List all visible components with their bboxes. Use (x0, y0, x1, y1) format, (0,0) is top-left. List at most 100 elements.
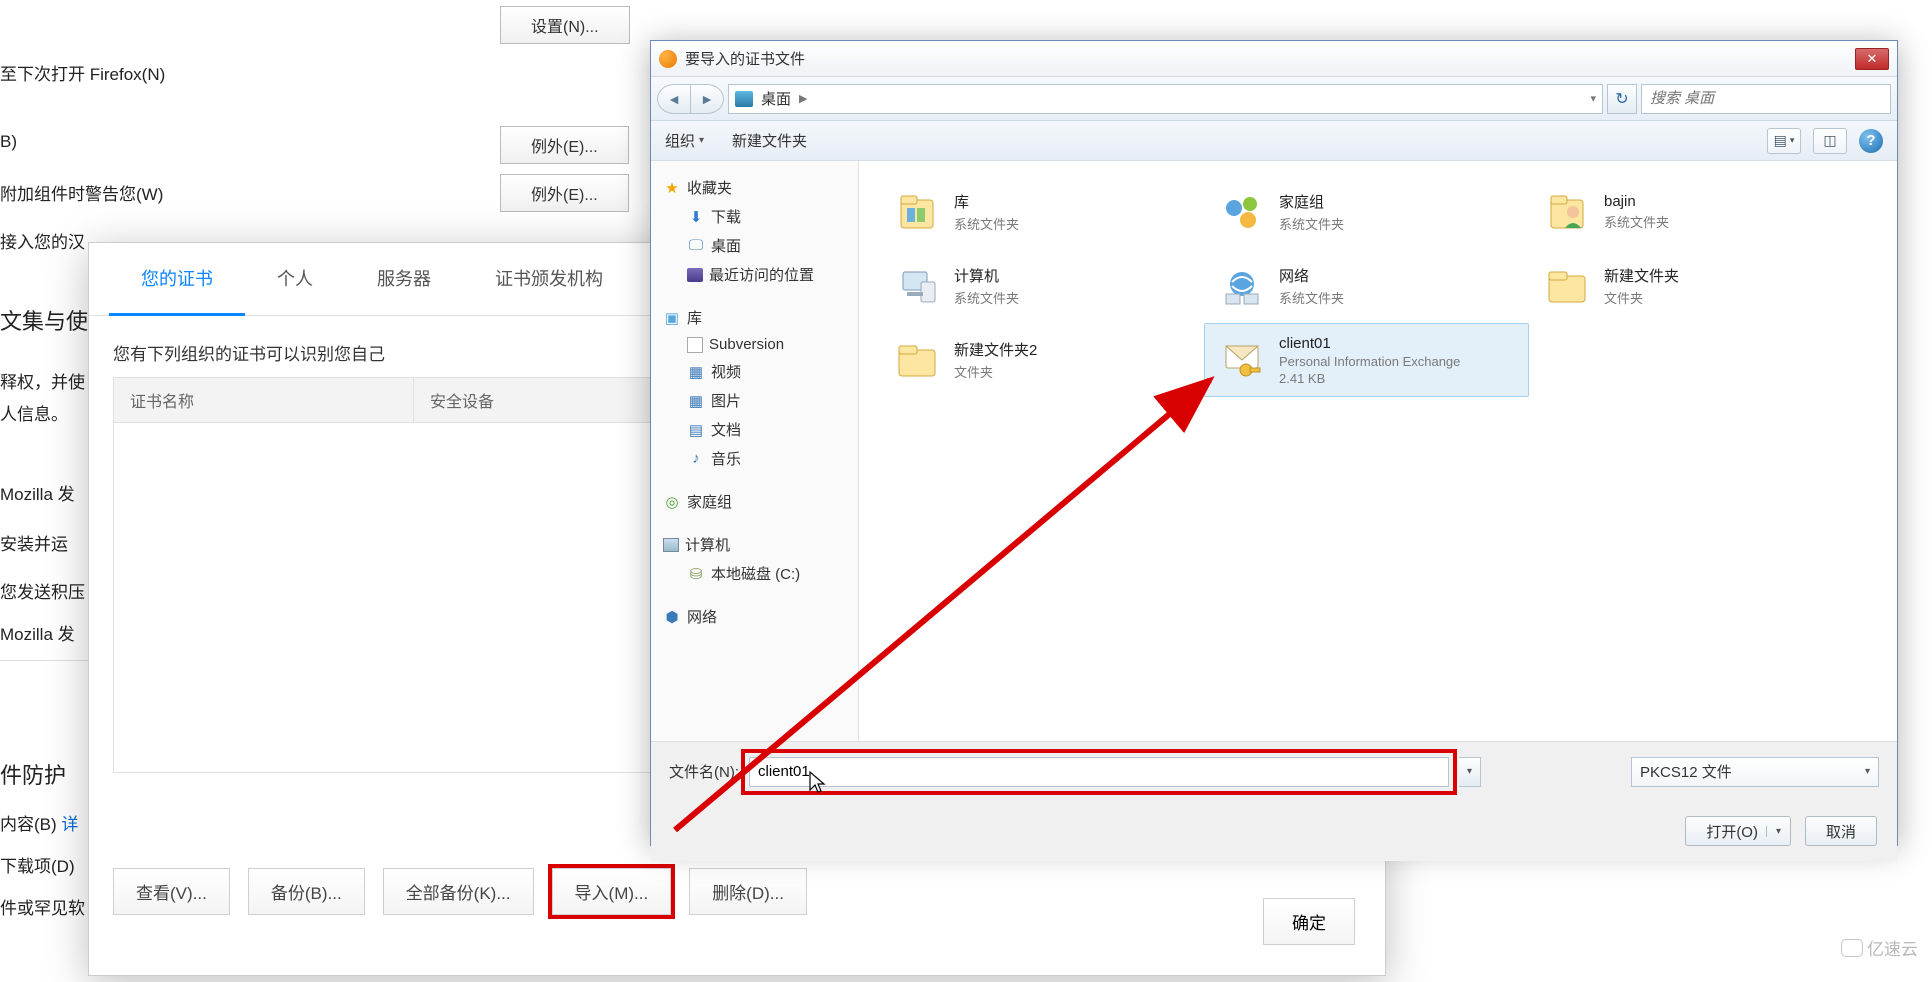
rare-files: 件或罕见软 (0, 894, 85, 919)
mouse-cursor-icon (808, 770, 826, 800)
dialog-buttons: 打开(O)▾ 取消 (651, 801, 1897, 861)
backup-all-button[interactable]: 全部备份(K)... (383, 868, 534, 915)
file-item-新建文件夹2[interactable]: 新建文件夹2 文件夹 (879, 323, 1204, 397)
next-open-text: 至下次打开 Firefox(N) (0, 60, 165, 85)
lib-icon (890, 185, 944, 239)
back-button[interactable]: ◄ (657, 84, 691, 114)
computer-icon (890, 259, 944, 313)
tab-personal[interactable]: 个人 (245, 243, 345, 315)
organize-menu[interactable]: 组织 (665, 130, 704, 151)
open-button[interactable]: 打开(O)▾ (1685, 816, 1791, 846)
collect-title: 文集与使 (0, 304, 88, 336)
breadcrumb-text: 桌面 (761, 88, 791, 109)
settings-button[interactable]: 设置(N)... (500, 6, 630, 44)
watermark: 亿速云 (1841, 935, 1918, 960)
backup-button[interactable]: 备份(B)... (248, 868, 365, 915)
search-input[interactable] (1641, 84, 1891, 114)
file-item-库[interactable]: 库 系统文件夹 (879, 175, 1204, 249)
sb-libraries[interactable]: ▣库 (651, 303, 858, 332)
folder-icon (890, 333, 944, 387)
dialog-titlebar[interactable]: 要导入的证书文件 ✕ (651, 41, 1897, 77)
download-d: 下载项(D) (0, 852, 75, 877)
sb-music[interactable]: ♪音乐 (651, 444, 858, 473)
cert-icon (1215, 333, 1269, 387)
tab-your-certs[interactable]: 您的证书 (109, 243, 245, 316)
backlog-text: 您发送积压 (0, 578, 85, 603)
file-sub: 文件夹 (1604, 288, 1679, 307)
file-sub: 系统文件夹 (954, 288, 1019, 307)
close-button[interactable]: ✕ (1855, 48, 1889, 70)
cert-actions: 查看(V)... 备份(B)... 全部备份(K)... 导入(M)... 删除… (113, 868, 807, 915)
network-icon (1215, 259, 1269, 313)
right-title: 释权，并使 (0, 368, 85, 393)
content-b: 内容(B) 详 (0, 810, 78, 835)
file-item-新建文件夹[interactable]: 新建文件夹 文件夹 (1529, 249, 1854, 323)
preview-pane-button[interactable]: ◫ (1813, 128, 1847, 154)
filename-row: 文件名(N): ▾ PKCS12 文件 (651, 741, 1897, 801)
sb-computer[interactable]: 计算机 (651, 530, 858, 559)
sb-video[interactable]: ▦视频 (651, 357, 858, 386)
mozilla1-text: Mozilla 发 (0, 480, 75, 505)
file-name: 库 (954, 191, 1019, 212)
folder-icon (1540, 259, 1594, 313)
file-sub: Personal Information Exchange (1279, 354, 1460, 369)
sb-downloads[interactable]: ⬇下载 (651, 202, 858, 231)
sb-subversion[interactable]: Subversion (651, 332, 858, 357)
homegroup-icon (1215, 185, 1269, 239)
import-button[interactable]: 导入(M)... (552, 868, 672, 915)
refresh-button[interactable]: ↻ (1607, 84, 1637, 114)
toolbar: 组织 新建文件夹 ▤▾ ◫ ? (651, 121, 1897, 161)
file-name: bajin (1604, 193, 1669, 210)
sb-recent[interactable]: 最近访问的位置 (651, 260, 858, 289)
tab-authorities[interactable]: 证书颁发机构 (463, 243, 635, 315)
sb-documents[interactable]: ▤文档 (651, 415, 858, 444)
ok-button[interactable]: 确定 (1263, 898, 1355, 945)
watermark-logo-icon (1841, 939, 1863, 957)
file-item-client01[interactable]: client01 Personal Information Exchange2.… (1204, 323, 1529, 397)
chevron-right-icon[interactable]: ▶ (799, 92, 807, 105)
view-options-button[interactable]: ▤▾ (1767, 128, 1801, 154)
filename-dropdown-arrow[interactable]: ▾ (1459, 757, 1481, 787)
delete-button[interactable]: 删除(D)... (689, 868, 807, 915)
forward-button[interactable]: ► (690, 84, 724, 114)
sb-pictures[interactable]: ▦图片 (651, 386, 858, 415)
exception1-button[interactable]: 例外(E)... (500, 126, 629, 164)
sb-localdisk-c[interactable]: ⛁本地磁盘 (C:) (651, 559, 858, 588)
help-button[interactable]: ? (1859, 129, 1883, 153)
file-item-家庭组[interactable]: 家庭组 系统文件夹 (1204, 175, 1529, 249)
file-sub: 系统文件夹 (954, 214, 1019, 233)
new-folder-button[interactable]: 新建文件夹 (732, 130, 807, 151)
file-name: 计算机 (954, 265, 1019, 286)
desktop-icon (735, 91, 753, 107)
sb-homegroup[interactable]: ◎家庭组 (651, 487, 858, 516)
file-item-网络[interactable]: 网络 系统文件夹 (1204, 249, 1529, 323)
nav-bar: ◄ ► 桌面 ▶ ▾ ↻ (651, 77, 1897, 121)
install-text: 安装并运 (0, 530, 68, 555)
dialog-title: 要导入的证书文件 (685, 48, 1855, 69)
sb-network[interactable]: ⬢网络 (651, 602, 858, 631)
exception2-button[interactable]: 例外(E)... (500, 174, 629, 212)
th-cert-name[interactable]: 证书名称 (114, 378, 414, 422)
filename-label: 文件名(N): (669, 761, 739, 782)
cancel-button[interactable]: 取消 (1805, 816, 1877, 846)
chevron-down-icon[interactable]: ▾ (1590, 92, 1596, 105)
file-item-bajin[interactable]: bajin 系统文件夹 (1529, 175, 1854, 249)
sb-favorites[interactable]: ★收藏夹 (651, 173, 858, 202)
file-name: client01 (1279, 335, 1460, 352)
firefox-icon (659, 50, 677, 68)
sb-desktop[interactable]: 🖵桌面 (651, 231, 858, 260)
file-sub: 文件夹 (954, 362, 1037, 381)
file-name: 新建文件夹2 (954, 339, 1037, 360)
tab-servers[interactable]: 服务器 (345, 243, 463, 315)
file-sub: 系统文件夹 (1604, 212, 1669, 231)
view-button[interactable]: 查看(V)... (113, 868, 230, 915)
filename-input[interactable] (749, 757, 1449, 787)
file-name: 网络 (1279, 265, 1344, 286)
file-list-area[interactable]: 库 系统文件夹 家庭组 系统文件夹 bajin 系统文件夹 计算机 系统文件夹 … (859, 161, 1897, 741)
sidebar-navpane: ★收藏夹 ⬇下载 🖵桌面 最近访问的位置 ▣库 Subversion ▦视频 ▦… (651, 161, 859, 741)
breadcrumb-path[interactable]: 桌面 ▶ ▾ (728, 84, 1603, 114)
info-text: 人信息。 (0, 400, 68, 425)
file-item-计算机[interactable]: 计算机 系统文件夹 (879, 249, 1204, 323)
filetype-filter-dropdown[interactable]: PKCS12 文件 (1631, 757, 1879, 787)
file-name: 新建文件夹 (1604, 265, 1679, 286)
